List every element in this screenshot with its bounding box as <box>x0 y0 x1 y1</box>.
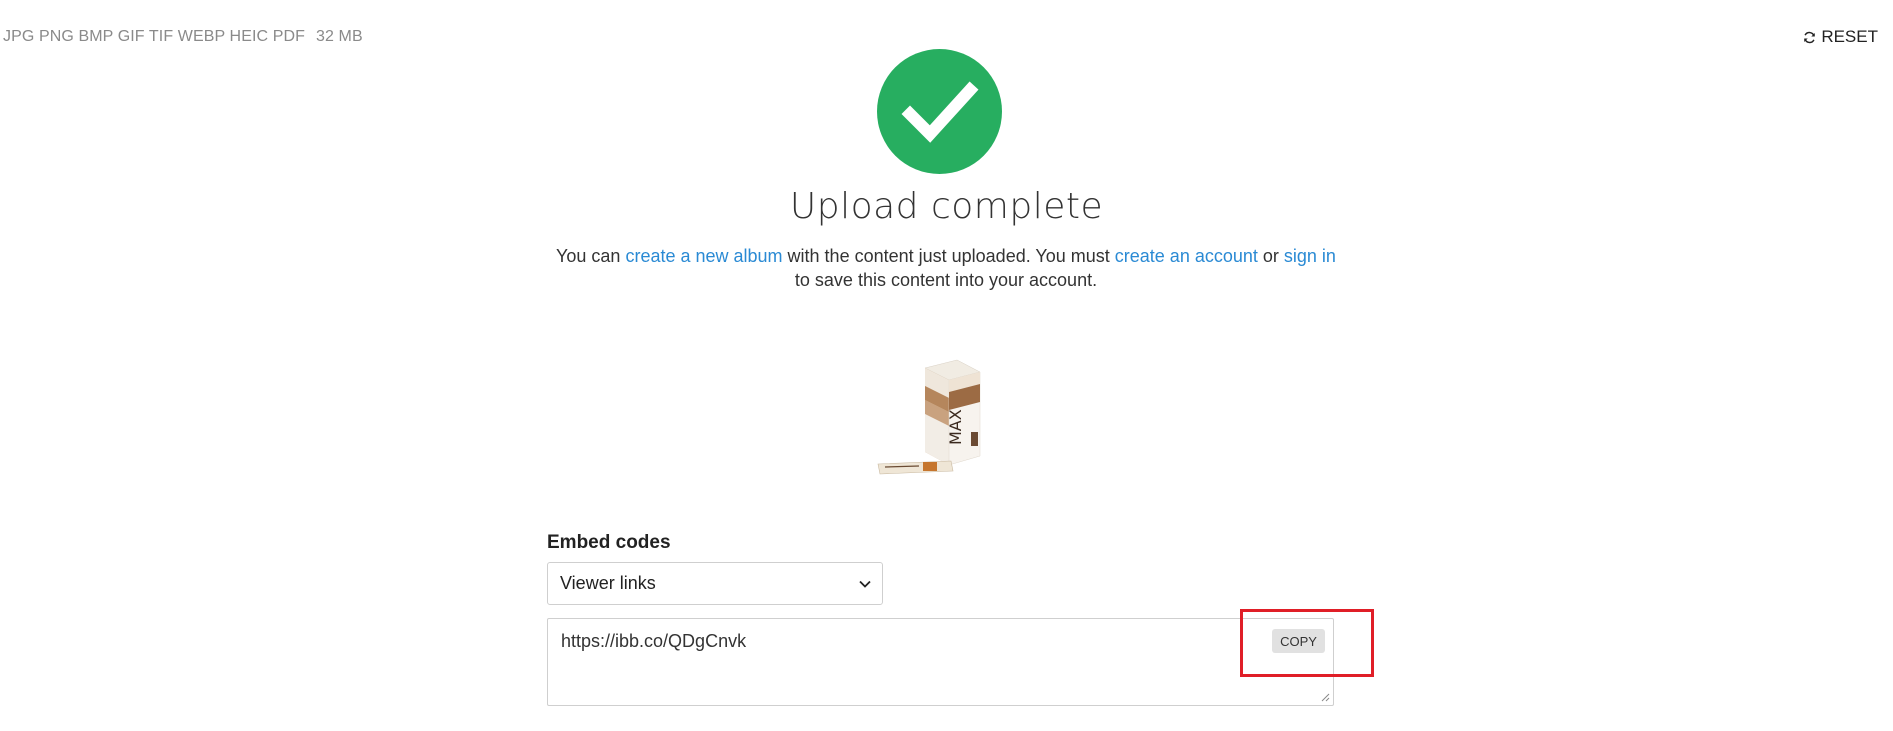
copy-highlight-box <box>1240 609 1374 677</box>
uploaded-image-thumbnail[interactable]: MAX <box>875 350 1005 480</box>
page-title: Upload complete <box>789 186 1104 227</box>
embed-type-selected-value: Viewer links <box>560 573 656 593</box>
reset-button[interactable]: RESET <box>1803 27 1878 47</box>
create-album-link[interactable]: create a new album <box>625 246 782 266</box>
embed-codes-label: Embed codes <box>547 532 671 553</box>
check-icon <box>901 81 978 143</box>
svg-text:MAX: MAX <box>946 409 965 445</box>
success-badge <box>877 49 1002 174</box>
max-file-size: 32 MB <box>316 28 363 45</box>
message-text: to save this content into your account. <box>794 270 1098 290</box>
message-text: with the content just uploaded. You must <box>782 246 1115 266</box>
upload-message: You can create a new album with the cont… <box>548 244 1344 292</box>
sign-in-link[interactable]: sign in <box>1284 246 1336 266</box>
reset-label: RESET <box>1821 27 1878 46</box>
embed-code-value: https://ibb.co/QDgCnvk <box>561 631 747 651</box>
refresh-icon <box>1804 31 1816 43</box>
upload-complete-page: JPG PNG BMP GIF TIF WEBP HEIC PDF 32 MB R… <box>0 0 1893 731</box>
create-account-link[interactable]: create an account <box>1115 246 1258 266</box>
message-text: You can <box>556 246 626 266</box>
embed-code-textarea[interactable]: https://ibb.co/QDgCnvk <box>547 618 1334 706</box>
chevron-down-icon <box>859 580 871 588</box>
embed-type-select[interactable]: Viewer links <box>547 562 883 605</box>
formats-list: JPG PNG BMP GIF TIF WEBP HEIC PDF <box>3 28 306 45</box>
resize-grip-icon[interactable] <box>1320 692 1330 702</box>
message-text: or <box>1257 246 1284 266</box>
accepted-formats: JPG PNG BMP GIF TIF WEBP HEIC PDF 32 MB <box>3 28 363 46</box>
